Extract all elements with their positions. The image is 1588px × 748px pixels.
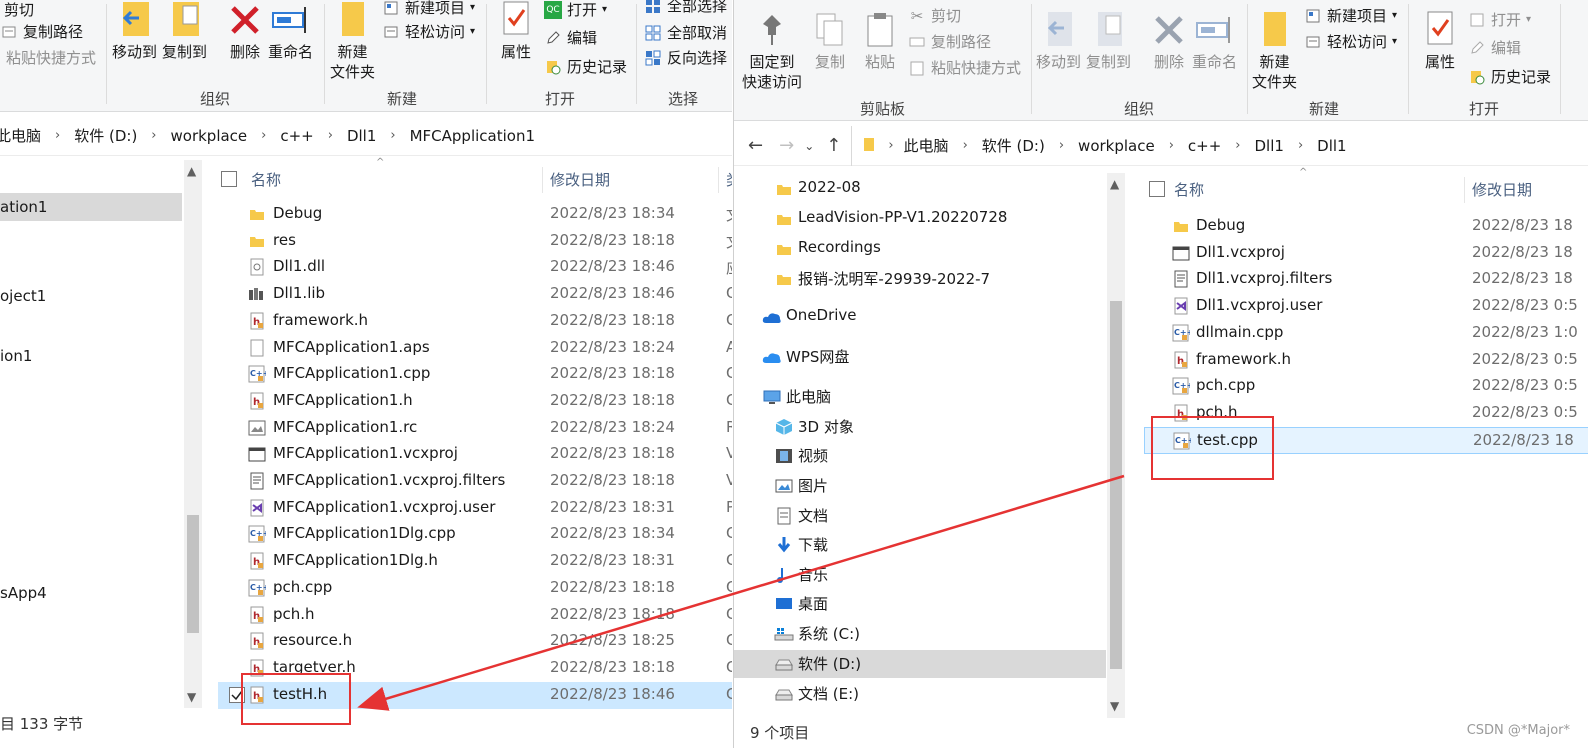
watermark: CSDN @*Major*: [1466, 723, 1570, 738]
annotation-arrow: [357, 474, 1125, 711]
